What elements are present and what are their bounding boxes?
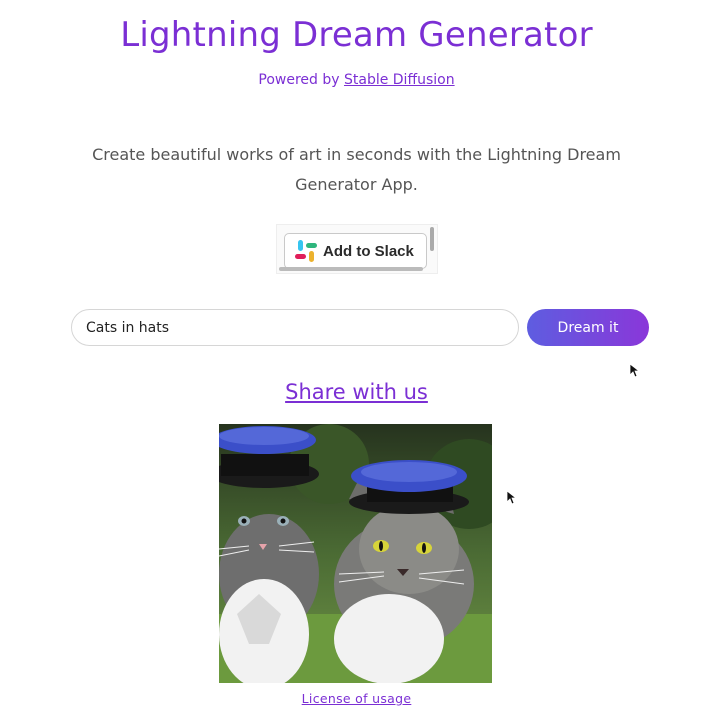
dream-it-button[interactable]: Dream it bbox=[527, 309, 649, 346]
page-title: Lightning Dream Generator bbox=[120, 15, 593, 55]
license-of-usage-link[interactable]: License of usage bbox=[0, 691, 713, 706]
frame-vertical-scrollbar[interactable] bbox=[430, 227, 434, 251]
share-with-us-link[interactable]: Share with us bbox=[0, 380, 713, 404]
add-to-slack-label: Add to Slack bbox=[323, 242, 414, 260]
frame-horizontal-scrollbar[interactable] bbox=[279, 267, 423, 271]
powered-by-line: Powered by Stable Diffusion bbox=[0, 72, 713, 88]
generated-image bbox=[219, 424, 492, 683]
app-description: Create beautiful works of art in seconds… bbox=[92, 145, 621, 194]
mouse-cursor-icon bbox=[630, 364, 640, 378]
slack-logo-icon bbox=[295, 240, 317, 262]
stable-diffusion-link[interactable]: Stable Diffusion bbox=[344, 72, 455, 88]
mouse-cursor-icon bbox=[507, 491, 517, 505]
powered-by-prefix: Powered by bbox=[258, 72, 344, 88]
add-to-slack-button[interactable]: Add to Slack bbox=[284, 233, 427, 269]
slack-embed-frame: Add to Slack bbox=[276, 224, 438, 274]
prompt-input[interactable] bbox=[71, 309, 519, 346]
